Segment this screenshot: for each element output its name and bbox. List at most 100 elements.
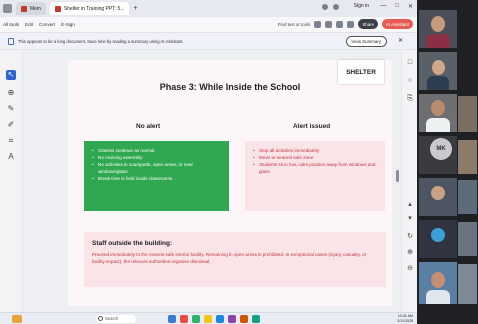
no-alert-item: Break time is held inside classrooms	[92, 175, 223, 182]
sign-in-button[interactable]: Sign in	[354, 3, 369, 9]
participant-tile[interactable]	[458, 180, 477, 214]
new-tab-button[interactable]: +	[133, 5, 137, 12]
participant-tile[interactable]	[419, 262, 457, 304]
staff-text: Proceed immediately to the nearest safe …	[92, 252, 367, 264]
participant-body	[426, 34, 450, 48]
alert-item: Students sit in low, calm position away …	[253, 161, 379, 175]
favorites-icon[interactable]	[322, 4, 328, 10]
zoom-out-icon[interactable]: ⊖	[405, 264, 415, 274]
infobar-message: This appears to be a long document. Save…	[18, 38, 184, 44]
weather-icon[interactable]	[12, 315, 22, 323]
right-tool-rail: □ ○ ⎘ ▴ ▾ ↻ ⊕ ⊖	[401, 50, 417, 312]
extensions-icon[interactable]	[333, 4, 339, 10]
participant-face	[431, 16, 445, 32]
comment-icon[interactable]: ○	[405, 76, 415, 86]
tab-favicon-icon	[21, 5, 27, 12]
search-icon[interactable]	[314, 20, 322, 28]
participant-tile[interactable]	[458, 140, 477, 174]
print-icon[interactable]	[325, 20, 333, 28]
attachment-icon[interactable]: ⎘	[405, 94, 415, 104]
scrollbar-thumb[interactable]	[396, 170, 399, 182]
all-tools-button[interactable]: All tools	[3, 22, 19, 27]
no-alert-heading: No alert	[136, 123, 161, 130]
tab-shelter-training[interactable]: Shelter in Training PPT: 5...	[49, 2, 130, 15]
view-summary-button[interactable]: View Summary	[345, 36, 387, 47]
save-icon[interactable]	[336, 20, 344, 28]
taskbar-search[interactable]: Search	[96, 315, 136, 323]
ai-assistant-button[interactable]: AI Assistant	[382, 19, 413, 29]
participant-body	[427, 76, 449, 90]
participant-body	[426, 290, 450, 304]
tab-mein[interactable]: Mein	[16, 2, 46, 15]
text-tool-icon[interactable]: A	[6, 152, 16, 162]
search-icon	[98, 316, 103, 321]
app-icon[interactable]	[180, 315, 188, 323]
infobar-close-icon[interactable]: ✕	[398, 37, 403, 44]
clock-time: 10:41 AM	[397, 314, 413, 318]
app-icon[interactable]	[192, 315, 200, 323]
draw-tool-icon[interactable]: ✐	[6, 120, 16, 130]
close-icon[interactable]: ✕	[408, 3, 413, 10]
participant-face	[431, 186, 445, 200]
browser-menu-icon[interactable]	[3, 4, 12, 13]
taskbar-clock[interactable]: 10:41 AM 2/11/2025	[397, 314, 413, 323]
participant-tile[interactable]	[458, 264, 477, 304]
bookmark-icon[interactable]: □	[405, 58, 415, 68]
find-text-field[interactable]: Find text or tools	[278, 22, 310, 27]
page-down-icon[interactable]: ▾	[405, 214, 415, 224]
participant-tile[interactable]	[419, 220, 457, 258]
participant-tile[interactable]	[419, 52, 457, 90]
participant-body	[426, 118, 450, 132]
participant-tile[interactable]	[419, 10, 457, 48]
participant-avatar[interactable]: MK	[430, 138, 452, 160]
slide-title: Phase 3: While Inside the School	[159, 82, 301, 92]
participant-tile[interactable]	[419, 178, 457, 216]
pen-tool-icon[interactable]: ✎	[6, 104, 16, 114]
taskbar-apps	[168, 315, 260, 323]
alert-item: Stop all activities immediately	[253, 147, 379, 154]
maximize-icon[interactable]: □	[395, 3, 399, 10]
page-up-icon[interactable]: ▴	[405, 200, 415, 210]
shelter-tag: SHELTER	[338, 60, 384, 84]
minimize-icon[interactable]: —	[380, 3, 386, 10]
participant-tile[interactable]	[458, 96, 477, 132]
share-button[interactable]: Share	[358, 19, 379, 29]
select-tool-icon[interactable]: ↖	[6, 70, 16, 80]
zoom-tool-icon[interactable]: ⊕	[6, 88, 16, 98]
tab-label: Mein	[30, 5, 41, 12]
windows-taskbar: Search 10:41 AM 2/11/2025	[0, 312, 417, 324]
participant-tile[interactable]	[458, 222, 477, 256]
browser-icon[interactable]	[216, 315, 224, 323]
pdf-favicon-icon	[54, 5, 61, 12]
settings-icon[interactable]	[347, 20, 355, 28]
app-icon[interactable]	[228, 315, 236, 323]
edit-button[interactable]: Edit	[25, 22, 33, 27]
app-icon[interactable]	[252, 315, 260, 323]
convert-button[interactable]: Convert	[39, 22, 55, 27]
app-icon[interactable]	[204, 315, 212, 323]
participant-face	[431, 272, 445, 288]
file-explorer-icon[interactable]	[168, 315, 176, 323]
pdf-toolbar-right: Find text or tools Share AI Assistant	[278, 19, 413, 29]
no-alert-item: No morning assembly	[92, 154, 223, 161]
pdf-toolbar: All tools Edit Convert E-Sign Find text …	[0, 17, 417, 33]
participant-face	[431, 100, 445, 116]
text-select-tool-icon[interactable]: ⌗	[6, 136, 16, 146]
browser-extension-icons	[322, 4, 339, 10]
no-alert-box: Classes continue as normal No morning as…	[84, 141, 229, 211]
no-alert-item: No activities in courtyards, open areas,…	[92, 161, 223, 175]
refresh-icon[interactable]: ↻	[405, 232, 415, 242]
document-viewport[interactable]: SHELTER Phase 3: While Inside the School…	[23, 50, 401, 312]
staff-heading: Staff outside the building:	[92, 240, 173, 247]
esign-button[interactable]: E-Sign	[61, 22, 75, 27]
zoom-in-icon[interactable]: ⊕	[405, 248, 415, 258]
alert-item: Move to nearest safe zone	[253, 154, 379, 161]
app-icon[interactable]	[240, 315, 248, 323]
alert-issued-box: Stop all activities immediately Move to …	[245, 141, 385, 211]
staff-outside-box: Staff outside the building: Proceed imme…	[84, 232, 386, 287]
alert-issued-heading: Alert issued	[293, 123, 331, 130]
no-alert-item: Classes continue as normal	[92, 147, 223, 154]
participant-tile[interactable]	[419, 94, 457, 132]
browser-tab-strip: Mein Shelter in Training PPT: 5... + Sig…	[0, 0, 417, 17]
participant-face	[431, 228, 445, 242]
